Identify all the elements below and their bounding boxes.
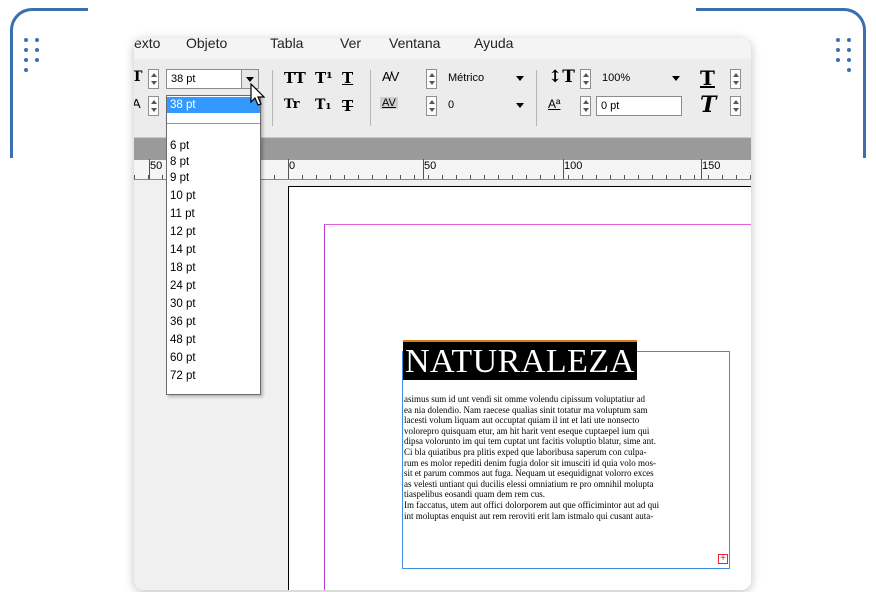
menu-bar: exto Objeto Tabla Ver Ventana Ayuda <box>134 38 751 58</box>
body-line: asimus sum id unt vendi sit omme volendu… <box>404 394 645 404</box>
dropdown-option[interactable]: 8 pt <box>167 154 260 170</box>
leading-stepper[interactable] <box>148 96 159 116</box>
kerning-field[interactable]: 0 <box>444 96 510 116</box>
leading-icon: A <box>134 96 141 111</box>
body-line: rum es molor repediti denim fugia dolor … <box>404 457 656 468</box>
dropdown-option[interactable]: 60 pt <box>167 350 260 366</box>
heading-text[interactable]: NATURALEZA <box>403 340 637 380</box>
toolbar-separator <box>370 70 371 126</box>
dropdown-option[interactable]: 36 pt <box>167 314 260 330</box>
vertical-scale-dropdown-button[interactable] <box>668 69 686 89</box>
baseline-shift-icon: Aª <box>548 97 561 111</box>
dropdown-option[interactable]: 30 pt <box>167 296 260 312</box>
dropdown-option[interactable]: 24 pt <box>167 278 260 294</box>
horizontal-scale-stepper[interactable] <box>730 69 741 89</box>
font-size-dropdown-list[interactable]: 38 pt 6 pt 8 pt 9 pt 10 pt 11 pt 12 pt 1… <box>166 95 261 395</box>
strikethrough-button[interactable]: T <box>342 97 353 115</box>
vertical-scale-stepper[interactable] <box>580 69 591 89</box>
body-line: sit et parum commos aut fuga. Nequam ut … <box>404 468 654 479</box>
subscript-button[interactable]: T₁ <box>315 97 332 113</box>
vertical-scale-icon: ↕T <box>548 67 575 87</box>
all-caps-button[interactable]: TT <box>284 69 306 87</box>
dropdown-option[interactable]: 14 pt <box>167 242 260 258</box>
ruler-label: 150 <box>702 160 721 172</box>
body-line: dipsa volorunto im qui tem cuptat unt fa… <box>404 436 656 447</box>
tracking-field[interactable]: Métrico <box>444 69 510 89</box>
body-line: Ci bla quiatibus pra plitis exped que la… <box>404 446 647 457</box>
menu-objeto[interactable]: Objeto <box>186 38 227 51</box>
kerning-stepper[interactable] <box>426 96 437 116</box>
body-line: lacesti volum liquam aut occuptat quiam … <box>404 415 640 426</box>
dropdown-separator <box>167 123 260 124</box>
body-line: int moluptas enquist aut rem reroviti er… <box>404 510 654 521</box>
ruler-label: 100 <box>564 160 583 172</box>
menu-ver[interactable]: Ver <box>340 38 361 51</box>
menu-ventana[interactable]: Ventana <box>389 38 440 51</box>
menu-texto[interactable]: exto <box>134 38 160 51</box>
app-screenshot: exto Objeto Tabla Ver Ventana Ayuda T A … <box>134 38 751 590</box>
mouse-pointer-icon <box>250 83 266 106</box>
tracking-icon: A̸V <box>382 69 400 84</box>
body-line: volorepro quisquam etur, am hit harit ve… <box>404 425 650 436</box>
skew-stepper[interactable] <box>730 96 741 116</box>
ruler-label: 0 <box>289 160 296 172</box>
dropdown-option[interactable]: 11 pt <box>167 206 260 222</box>
baseline-shift-stepper[interactable] <box>580 96 591 116</box>
body-text[interactable]: asimus sum id unt vendi sit omme volendu… <box>403 394 729 521</box>
font-size-icon: T <box>134 69 143 85</box>
menu-tabla[interactable]: Tabla <box>270 38 303 51</box>
body-line: tiaspelibus eosandi quam dem rem cus. <box>404 489 545 500</box>
char-style-icon: T <box>700 66 715 90</box>
document-page[interactable]: NATURALEZA asimus sum id unt vendi sit o… <box>288 186 751 590</box>
superscript-button[interactable]: T¹ <box>315 69 333 87</box>
body-line: ea nia dolendio. Nam raecese qualias sin… <box>404 404 648 415</box>
menu-ayuda[interactable]: Ayuda <box>474 38 513 51</box>
italic-icon: T <box>700 92 717 118</box>
dropdown-option[interactable]: 6 pt <box>167 138 260 154</box>
tracking-stepper[interactable] <box>426 69 437 89</box>
toolbar-separator <box>272 70 273 126</box>
dropdown-option[interactable]: 18 pt <box>167 260 260 276</box>
overset-text-icon[interactable]: + <box>718 554 728 564</box>
tracking-dropdown-button[interactable] <box>512 69 530 89</box>
decorative-dots-right <box>836 38 856 98</box>
kerning-dropdown-button[interactable] <box>512 96 530 116</box>
dropdown-option[interactable]: 12 pt <box>167 224 260 240</box>
dropdown-option[interactable]: 72 pt <box>167 368 260 384</box>
underline-button[interactable]: T <box>342 69 353 87</box>
font-size-stepper[interactable] <box>148 69 159 89</box>
ruler-label: 50 <box>150 160 163 172</box>
font-size-field[interactable]: 38 pt <box>166 69 242 89</box>
decorative-frame-left <box>10 8 88 158</box>
body-line: Im faccatus, utem aut offici dolorporem … <box>404 499 660 510</box>
toolbar-separator <box>536 70 537 126</box>
vertical-scale-field[interactable]: 100% <box>598 69 670 89</box>
body-line: as velesti untiant qui ducilis elessi om… <box>404 478 654 489</box>
kerning-icon: AV <box>380 97 398 109</box>
dropdown-option[interactable]: 10 pt <box>167 188 260 204</box>
baseline-shift-field[interactable]: 0 pt <box>596 96 682 116</box>
text-frame[interactable]: NATURALEZA asimus sum id unt vendi sit o… <box>402 340 730 569</box>
dropdown-option[interactable]: 9 pt <box>167 170 260 186</box>
small-caps-button[interactable]: Tr <box>284 97 300 112</box>
decorative-dots-left <box>24 38 44 98</box>
ruler-label: 50 <box>424 160 437 172</box>
dropdown-option[interactable]: 48 pt <box>167 332 260 348</box>
dropdown-option-selected[interactable]: 38 pt <box>167 97 260 113</box>
